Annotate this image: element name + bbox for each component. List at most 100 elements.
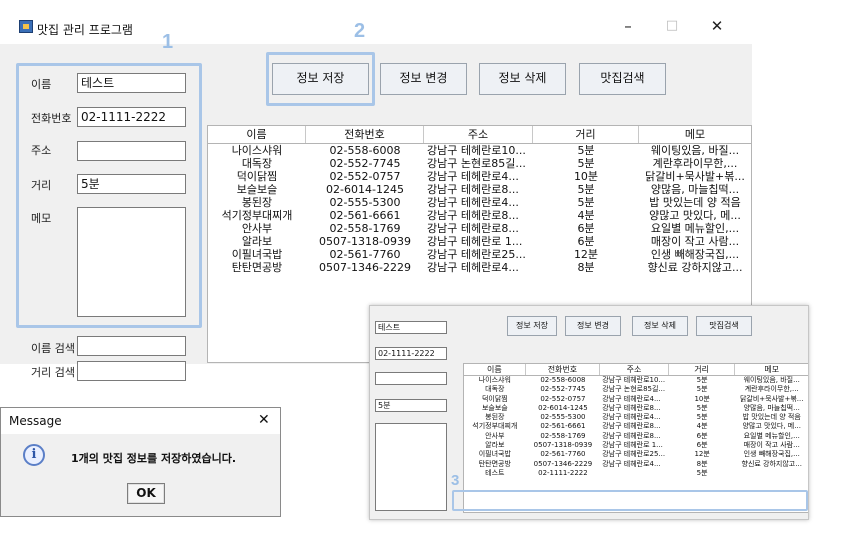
table-row[interactable]: 석기정부대찌개 02-561-6661 강남구 테헤란로8... 4분 양많고 맛있다,… [208,209,751,222]
cell-address: 강남구 테헤란로25... [427,248,526,261]
overlay-cell-phone: 02-555-5300 [540,413,586,422]
address-input[interactable] [77,141,186,161]
table-row[interactable]: 나이스샤워 02-558-6008 강남구 테헤란로10... 5분 웨이팅있음, 바질… [208,144,751,157]
overlay-new-cell-address [600,469,669,478]
table-row[interactable]: 봉된장 02-555-5300 강남구 테헤란로4... 5분 밥 맛있는데 양 적음 [208,196,751,209]
search-distance-label: 거리 검색 [31,366,75,379]
table-row[interactable]: 보슬보슬 02-6014-1245 강남구 테헤란로8... 5분 양많음, 마늘칩떡.… [208,183,751,196]
cell-phone: 02-6014-1245 [326,183,404,196]
minimize-button[interactable]: – [616,16,640,36]
name-input[interactable]: 테스트 [77,73,186,93]
cell-name: 알라보 [241,235,273,248]
restaurant-search-button[interactable]: 맛집검색 [579,63,666,95]
table-row[interactable]: 덕이닭찜 02-552-0757 강남구 테헤란로4... 10분 닭갈비+묵사발+볶.… [208,170,751,183]
dialog-close-button[interactable]: ✕ [258,412,270,428]
search-name-label: 이름 검색 [31,342,75,355]
search-distance-input[interactable] [77,361,186,381]
table-row[interactable]: 이필녀국밥 02-561-7760 강남구 테헤란로25... 12분 인생 빼해장국집… [208,248,751,261]
dialog-title-bar: Message ✕ [1,408,280,434]
overlay-table-row[interactable]: 대독장 02-552-7745 강남구 논현로85길... 5분 계란후라이무한,... [464,385,808,394]
overlay-cell-phone: 02-558-6008 [540,376,586,384]
overlay-cell-name: 나이스샤워 [478,376,511,384]
overlay-new-cell-distance: 5분 [696,468,708,477]
overlay-table-row[interactable]: 탄탄면공방 0507-1346-2229 강남구 테헤란로4... 8분 향신료 강하지… [464,460,808,469]
delete-info-button[interactable]: 정보 삭제 [479,63,566,95]
cell-memo: 매장이 작고 사람... [650,235,740,248]
cell-name: 대독장 [241,157,273,170]
overlay-new-cell-phone: 02-1111-2222 [538,468,588,477]
cell-distance: 5분 [577,196,595,209]
cell-phone: 02-552-0757 [329,170,401,183]
overlay-cell-memo: 양많고 맛있다, 메... [742,422,801,431]
overlay-cell-phone: 02-561-6661 [540,422,586,431]
cell-memo: 요일별 메뉴할인,... [650,222,740,235]
cell-phone: 02-558-6008 [329,144,401,157]
overlay-cell-memo: 양많음, 마늘칩떡... [743,403,800,412]
ok-button[interactable]: OK [127,483,165,504]
result-screenshot-overlay: 테스트 02-1111-2222 5분 정보 저장 정보 변경 정보 삭제 맛집… [369,305,809,520]
distance-input[interactable]: 5분 [77,174,186,194]
cell-name: 석기정부대찌개 [221,209,293,222]
cell-distance: 6분 [577,222,595,235]
overlay-column-header-memo: 메모 [764,365,780,374]
memo-textarea[interactable] [77,207,186,317]
cell-address: 강남구 논현로85길... [427,157,526,170]
overlay-cell-address: 강남구 테헤란로 1... [602,441,663,450]
cell-phone: 0507-1318-0939 [319,235,411,248]
info-icon: i [23,444,45,466]
overlay-new-cell-name: 테스트 [485,468,505,477]
cell-distance: 10분 [573,170,599,183]
overlay-table-row[interactable]: 덕이닭찜 02-552-0757 강남구 테헤란로4... 10분 닭갈비+묵사발+볶.… [464,395,808,404]
overlay-table-row[interactable]: 봉된장 02-555-5300 강남구 테헤란로4... 5분 밥 맛있는데 양 적음 [464,413,808,422]
annotation-number-3: 3 [451,472,460,489]
overlay-cell-distance: 5분 [696,413,708,422]
overlay-cell-distance: 10분 [694,394,710,403]
close-button[interactable]: ✕ [705,16,729,36]
table-row[interactable]: 대독장 02-552-7745 강남구 논현로85길... 5분 계란후라이무한,... [208,157,751,170]
annotation-box-new-row [452,490,808,511]
overlay-table-row[interactable]: 이필녀국밥 02-561-7760 강남구 테헤란로25... 12분 인생 빼해장국집… [464,450,808,459]
overlay-table-row[interactable]: 나이스샤워 02-558-6008 강남구 테헤란로10... 5분 웨이팅있음, 바질… [464,376,808,385]
edit-info-button[interactable]: 정보 변경 [380,63,467,95]
search-name-input[interactable] [77,336,186,356]
overlay-cell-distance: 4분 [696,422,708,431]
memo-label: 메모 [31,212,52,225]
overlay-cell-memo: 요일별 메뉴할인,... [743,431,800,440]
column-header-name[interactable]: 이름 [208,126,306,143]
overlay-cell-address: 강남구 논현로85길... [602,385,666,394]
overlay-table-row[interactable]: 알라보 0507-1318-0939 강남구 테헤란로 1... 6분 매장이 작고 사… [464,441,808,450]
column-header-address[interactable]: 주소 [424,126,533,143]
save-info-button[interactable]: 정보 저장 [272,63,369,95]
overlay-search-button: 맛집검색 [696,316,752,336]
title-bar: 맛집 관리 프로그램 – □ ✕ [0,0,844,37]
distance-label: 거리 [31,179,52,192]
cell-memo: 인생 빼해장국집,... [650,248,740,261]
overlay-cell-phone: 0507-1346-2229 [533,459,593,468]
overlay-cell-distance: 6분 [696,431,708,440]
column-header-memo[interactable]: 메모 [639,126,751,143]
maximize-button[interactable]: □ [660,16,684,36]
column-header-distance[interactable]: 거리 [533,126,639,143]
column-header-phone[interactable]: 전화번호 [306,126,424,143]
overlay-cell-address: 강남구 테헤란로10... [602,376,666,384]
overlay-cell-address: 강남구 테헤란로8... [602,403,661,412]
cell-address: 강남구 테헤란로10... [427,144,526,157]
overlay-phone-input: 02-1111-2222 [375,347,447,360]
overlay-table-row[interactable]: 보슬보슬 02-6014-1245 강남구 테헤란로8... 5분 양많음, 마늘칩떡.… [464,404,808,413]
overlay-new-table-row[interactable]: 테스트 02-1111-2222 5분 [464,469,808,478]
overlay-cell-distance: 6분 [696,441,708,450]
overlay-cell-phone: 02-552-0757 [540,394,586,403]
overlay-cell-memo: 웨이팅있음, 바질... [743,376,800,384]
table-row[interactable]: 안사부 02-558-1769 강남구 테헤란로8... 6분 요일별 메뉴할인,... [208,222,751,235]
overlay-table-row[interactable]: 안사부 02-558-1769 강남구 테헤란로8... 6분 요일별 메뉴할인,... [464,432,808,441]
overlay-table-row[interactable]: 석기정부대찌개 02-561-6661 강남구 테헤란로8... 4분 양많고 맛있다,… [464,422,808,431]
phone-input[interactable]: 02-1111-2222 [77,107,186,127]
table-row[interactable]: 탄탄면공방 0507-1346-2229 강남구 테헤란로4... 8분 향신료 강하지… [208,261,751,274]
cell-address: 강남구 테헤란로4... [427,261,519,274]
overlay-cell-phone: 02-552-7745 [540,385,586,394]
cell-distance: 6분 [577,235,595,248]
overlay-memo-textarea [375,423,447,511]
cell-memo: 양많음, 마늘칩떡... [650,183,740,196]
overlay-cell-memo: 인생 빼해장국집,... [743,450,800,459]
table-row[interactable]: 알라보 0507-1318-0939 강남구 테헤란로 1... 6분 매장이 작고 사… [208,235,751,248]
